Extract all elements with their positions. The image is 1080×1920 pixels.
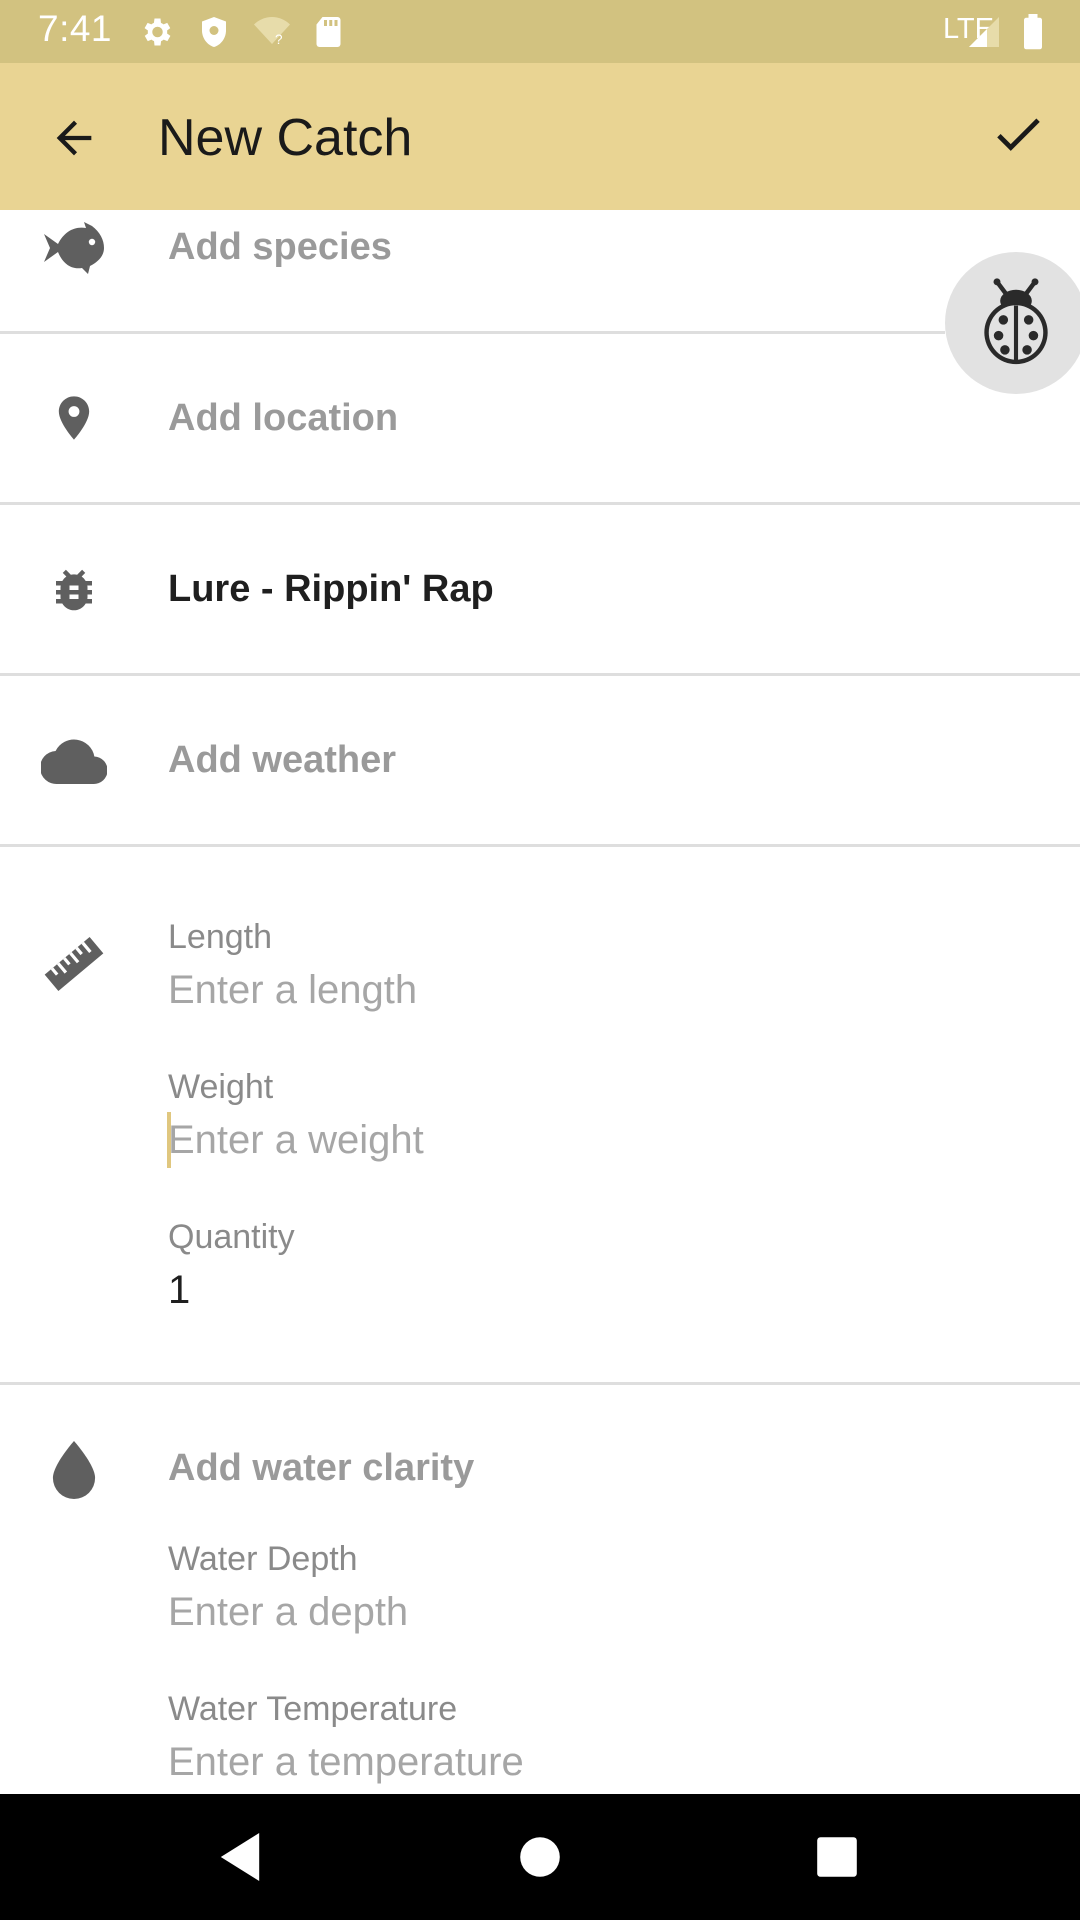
length-label: Length (168, 918, 272, 956)
nav-back-icon (220, 1833, 260, 1881)
water-depth-label: Water Depth (168, 1540, 358, 1578)
arrow-back-icon (56, 120, 92, 156)
divider (0, 844, 1080, 847)
divider (0, 502, 1080, 505)
shield-icon (196, 14, 232, 50)
divider (0, 673, 1080, 676)
water-temperature-label: Water Temperature (168, 1690, 458, 1728)
quantity-input[interactable]: 1 (168, 1268, 190, 1313)
page-title: New Catch (158, 109, 413, 167)
location-pin-icon (40, 384, 108, 452)
weight-input[interactable]: Enter a weight (168, 1118, 424, 1163)
divider (0, 1382, 1080, 1385)
ladybug-icon (984, 278, 1048, 365)
water-temperature-input[interactable]: Enter a temperature (168, 1740, 524, 1785)
divider (0, 331, 945, 334)
signal-icon (966, 14, 1002, 50)
water-depth-input[interactable]: Enter a depth (168, 1590, 408, 1635)
sd-card-icon (312, 14, 348, 50)
location-field[interactable]: Add location (168, 397, 398, 440)
nav-home-button[interactable] (500, 1822, 580, 1892)
back-button[interactable] (30, 94, 118, 182)
species-field[interactable]: Add species (168, 226, 392, 269)
battery-icon (1018, 14, 1054, 50)
wifi-question-icon: ? (252, 14, 290, 50)
check-icon (997, 118, 1040, 151)
save-button[interactable] (972, 88, 1064, 180)
water-clarity-field[interactable]: Add water clarity (168, 1447, 474, 1490)
bug-icon (40, 556, 108, 624)
bait-field[interactable]: Lure - Rippin' Rap (168, 568, 494, 611)
svg-text:?: ? (275, 32, 283, 47)
quantity-label: Quantity (168, 1218, 295, 1256)
nav-recents-button[interactable] (797, 1822, 877, 1892)
status-time: 7:41 (38, 8, 113, 49)
nav-recents-icon (817, 1837, 857, 1877)
fish-icon (40, 214, 108, 282)
debug-fab-button[interactable] (945, 252, 1080, 394)
nav-home-icon (520, 1837, 560, 1877)
weather-field[interactable]: Add weather (168, 739, 396, 782)
gear-icon (138, 14, 174, 50)
nav-back-button[interactable] (200, 1822, 280, 1892)
water-drop-icon (40, 1436, 108, 1504)
weight-label: Weight (168, 1068, 274, 1106)
ruler-icon (40, 930, 108, 998)
length-input[interactable]: Enter a length (168, 968, 417, 1013)
cloud-icon (40, 728, 108, 796)
